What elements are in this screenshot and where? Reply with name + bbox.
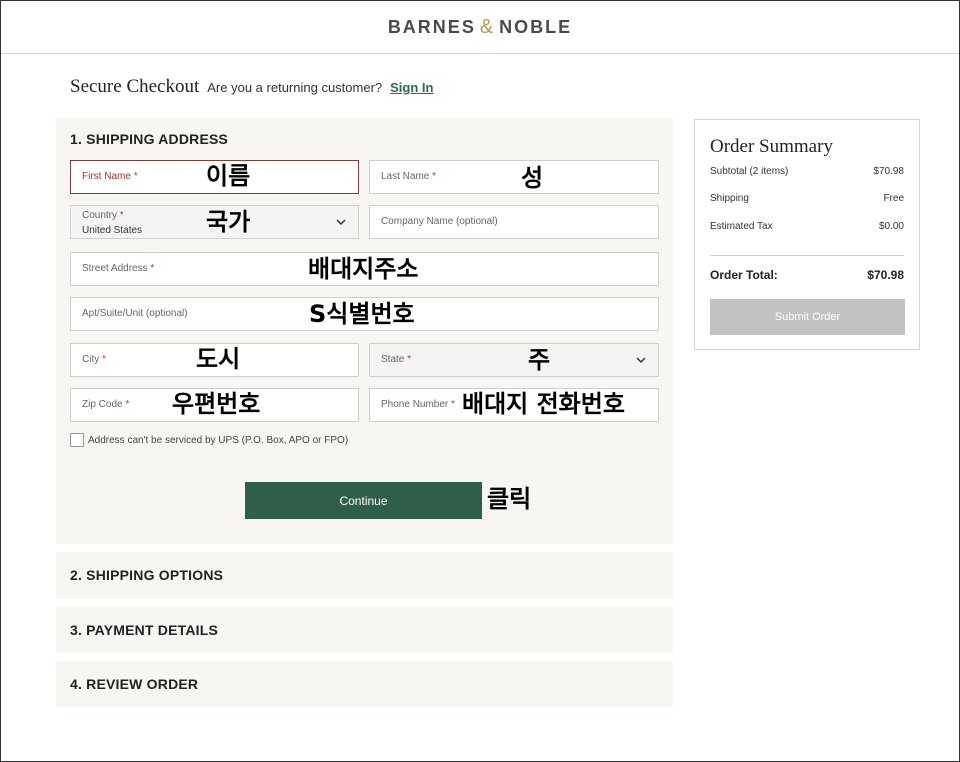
tax-row: Estimated Tax $0.00 (710, 221, 904, 232)
site-header: BARNES & NOBLE (1, 1, 959, 54)
ups-checkbox-row[interactable]: Address can't be serviced by UPS (P.O. B… (70, 433, 348, 447)
annotation-zip-code: 우편번호 (172, 390, 261, 418)
last-name-label: Last Name * (381, 171, 437, 182)
ups-checkbox-label: Address can't be serviced by UPS (P.O. B… (88, 434, 349, 446)
phone-number-label: Phone Number * (381, 399, 455, 410)
annotation-apt: S식별번호 (309, 300, 415, 328)
annotation-phone-number: 배대지 전화번호 (462, 390, 625, 418)
shipping-value: Free (883, 193, 904, 204)
state-label: State * (381, 354, 412, 365)
brand-logo[interactable]: BARNES & NOBLE (388, 16, 572, 39)
chevron-down-icon (636, 357, 646, 364)
subtotal-value: $70.98 (873, 166, 904, 177)
annotation-last-name: 성 (521, 164, 544, 192)
page-title: Secure Checkout (70, 76, 200, 97)
order-total-label: Order Total: (710, 268, 778, 282)
order-summary: Order Summary Subtotal (2 items) $70.98 … (694, 119, 920, 350)
returning-customer-text: Are you a returning customer? (207, 80, 383, 95)
annotation-continue: 클릭 (487, 485, 532, 513)
ups-checkbox[interactable] (70, 433, 84, 447)
zip-code-label: Zip Code * (82, 399, 130, 410)
tax-value: $0.00 (878, 221, 904, 232)
subtotal-label: Subtotal (2 items) (710, 166, 789, 177)
submit-order-button[interactable]: Submit Order (710, 299, 905, 335)
apt-suite-unit-label: Apt/Suite/Unit (optional) (82, 308, 188, 319)
annotation-street-address: 배대지주소 (308, 255, 419, 283)
first-name-label: First Name * (82, 171, 138, 182)
chevron-down-icon (336, 219, 346, 226)
annotation-first-name: 이름 (206, 162, 251, 190)
state-select[interactable]: State * (369, 343, 659, 377)
order-total-value: $70.98 (867, 268, 904, 282)
tax-label: Estimated Tax (710, 221, 773, 232)
subtotal-row: Subtotal (2 items) $70.98 (710, 166, 904, 177)
city-label: City * (82, 354, 106, 365)
company-name-label: Company Name (optional) (381, 216, 498, 227)
review-order-section[interactable]: 4. REVIEW ORDER (56, 661, 673, 707)
country-label: Country * (82, 210, 124, 221)
sign-in-link[interactable]: Sign In (390, 80, 433, 95)
shipping-label: Shipping (710, 193, 749, 204)
brand-logo-ampersand: & (479, 15, 496, 38)
brand-logo-left: BARNES (387, 16, 476, 37)
section-title-shipping-address: 1. SHIPPING ADDRESS (70, 131, 229, 147)
section-title-payment-details: 3. PAYMENT DETAILS (70, 622, 219, 638)
annotation-state: 주 (528, 346, 551, 374)
checkout-header: Secure Checkout Are you a returning cust… (70, 76, 433, 98)
shipping-address-section: 1. SHIPPING ADDRESS First Name * 이름 Last… (56, 118, 673, 544)
order-summary-title: Order Summary (710, 136, 833, 157)
annotation-city: 도시 (196, 345, 241, 373)
section-title-shipping-options: 2. SHIPPING OPTIONS (70, 567, 224, 583)
company-name-field[interactable]: Company Name (optional) (369, 205, 659, 239)
shipping-row: Shipping Free (710, 193, 904, 204)
annotation-country: 국가 (206, 208, 251, 236)
shipping-options-section[interactable]: 2. SHIPPING OPTIONS (56, 552, 673, 599)
summary-divider (710, 255, 904, 256)
section-title-review-order: 4. REVIEW ORDER (70, 676, 199, 692)
payment-details-section[interactable]: 3. PAYMENT DETAILS (56, 607, 673, 653)
last-name-field[interactable]: Last Name * (369, 160, 659, 194)
brand-logo-right: NOBLE (499, 16, 573, 37)
street-address-label: Street Address * (82, 263, 155, 274)
order-total-row: Order Total: $70.98 (710, 268, 904, 282)
country-value: United States (82, 225, 143, 236)
continue-button[interactable]: Continue (245, 482, 482, 519)
